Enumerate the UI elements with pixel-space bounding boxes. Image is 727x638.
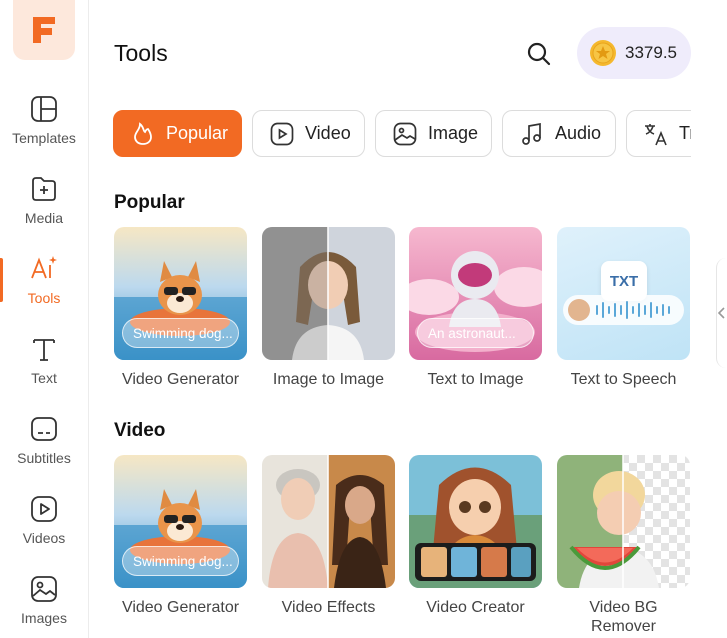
play-icon (269, 121, 295, 147)
thumbnail (262, 455, 395, 588)
sidebar-item-videos[interactable]: Videos (0, 494, 88, 564)
card-label: Video Creator (426, 599, 525, 616)
faces-split-thumbnail (262, 455, 395, 588)
thumbnail: An astronaut... (409, 227, 542, 360)
section-title-video: Video (114, 420, 166, 441)
video-play-icon (29, 494, 59, 524)
filmora-logo-icon (33, 17, 55, 43)
tool-card-video-generator[interactable]: Swimming dog... Video Generator (114, 455, 247, 617)
cartoon-girl-thumbnail (409, 455, 542, 588)
search-button[interactable] (524, 39, 554, 69)
card-label: Text to Image (427, 371, 524, 388)
thumbnail: Swimming dog... (114, 227, 247, 360)
credits-balance[interactable]: 3379.5 (577, 27, 691, 79)
tool-card-video-effects[interactable]: Video Effects (262, 455, 395, 617)
tab-label: Popular (166, 123, 229, 143)
card-label: Video Generator (121, 599, 240, 616)
thumbnail (262, 227, 395, 360)
sidebar-item-label: Templates (12, 130, 76, 146)
sidebar-item-subtitles[interactable]: Subtitles (0, 414, 88, 484)
templates-icon (29, 94, 59, 124)
tab-label: Tr (679, 123, 691, 143)
tool-card-video-creator[interactable]: Video Creator (409, 455, 542, 617)
music-icon (519, 121, 545, 147)
card-label: Video BG Remover (589, 599, 658, 635)
tool-card-text-to-speech[interactable]: TXT Text to Speech (557, 227, 690, 389)
tool-card-text-to-image[interactable]: An astronaut... Text to Image (409, 227, 542, 389)
sidebar-item-images[interactable]: Images (0, 574, 88, 638)
tab-label: Image (428, 123, 479, 143)
translate-icon (643, 121, 669, 147)
panel-collapse-handle[interactable] (716, 258, 727, 368)
sidebar-item-templates[interactable]: Templates (0, 94, 88, 164)
card-label: Image to Image (272, 371, 385, 388)
thumbnail (409, 455, 542, 588)
ai-tools-icon (29, 254, 59, 284)
subtitles-icon (29, 414, 59, 444)
search-icon (527, 42, 551, 66)
sidebar-item-label: Subtitles (17, 450, 71, 466)
sidebar-item-label: Text (31, 370, 57, 386)
tab-image[interactable]: Image (375, 110, 492, 157)
voice-waveform-icon (563, 295, 684, 325)
prompt-overlay: Swimming dog... (122, 546, 239, 576)
image-icon (392, 121, 418, 147)
section-title-popular: Popular (114, 192, 185, 213)
filter-tabs: Popular Video Image Audio T (113, 110, 691, 158)
app-logo[interactable] (13, 0, 75, 60)
image-icon (29, 574, 59, 604)
sidebar-item-label: Videos (22, 530, 66, 546)
tool-card-video-generator[interactable]: Swimming dog... Video Generator (114, 227, 247, 389)
sidebar-item-media[interactable]: Media (0, 174, 88, 244)
tab-popular[interactable]: Popular (113, 110, 242, 157)
card-label: Video Effects (281, 599, 376, 616)
bg-remover-thumbnail (557, 455, 690, 588)
prompt-overlay: Swimming dog... (122, 318, 239, 348)
app-window: Templates Media Tools Text Subtitles Vid… (0, 0, 727, 638)
card-label: Text to Speech (570, 371, 677, 388)
sidebar-item-label: Tools (27, 290, 61, 306)
sidebar-item-text[interactable]: Text (0, 334, 88, 404)
sidebar: Templates Media Tools Text Subtitles Vid… (0, 0, 89, 638)
coin-icon (590, 40, 616, 66)
card-label: Video Generator (121, 371, 240, 388)
flame-icon (130, 121, 156, 147)
tab-label: Audio (555, 123, 602, 143)
tab-audio[interactable]: Audio (502, 110, 616, 157)
sidebar-item-label: Media (24, 210, 64, 226)
text-icon (29, 334, 59, 364)
thumbnail: Swimming dog... (114, 455, 247, 588)
tab-translate[interactable]: Tr (626, 110, 691, 157)
thumbnail (557, 455, 690, 588)
tool-card-image-to-image[interactable]: Image to Image (262, 227, 395, 389)
tool-card-video-bg-remover[interactable]: Video BG Remover (557, 455, 690, 636)
thumbnail: TXT (557, 227, 690, 360)
chevron-left-icon (718, 307, 725, 319)
media-folder-icon (29, 174, 59, 204)
tab-video[interactable]: Video (252, 110, 365, 157)
tab-label: Video (305, 123, 351, 143)
page-title: Tools (114, 40, 168, 66)
sidebar-item-tools[interactable]: Tools (0, 254, 88, 324)
sidebar-item-label: Images (21, 610, 67, 626)
prompt-overlay: An astronaut... (417, 318, 534, 348)
credits-value: 3379.5 (625, 43, 677, 62)
girl-portrait-thumbnail (262, 227, 395, 360)
